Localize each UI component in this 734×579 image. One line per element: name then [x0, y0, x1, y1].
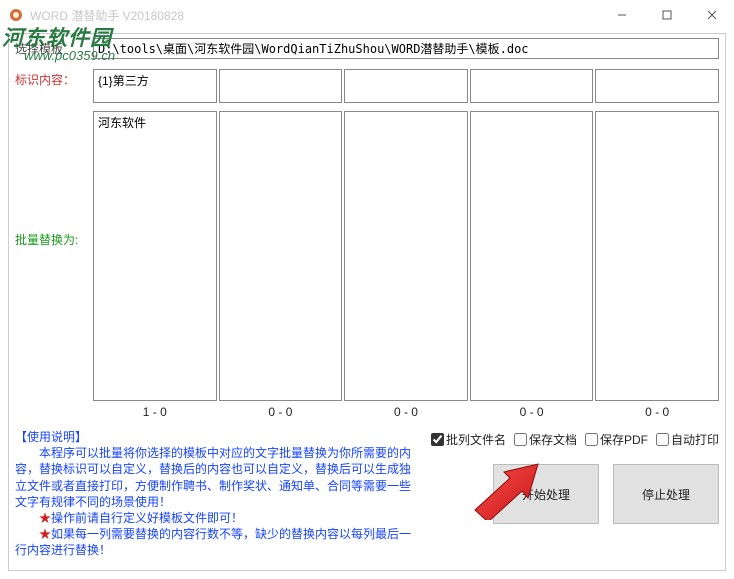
batch-replace-label: 批量替换为:	[15, 111, 93, 248]
instructions-text: 【使用说明】 本程序可以批量将你选择的模板中对应的文字批量替换为你所需要的内容，…	[15, 429, 423, 559]
identify-cell-2[interactable]	[219, 69, 343, 103]
auto-print-input[interactable]	[656, 433, 669, 446]
replace-stat-5: 0 - 0	[595, 401, 719, 423]
replace-column-5: 0 - 0	[595, 111, 719, 423]
identify-cell-3[interactable]	[344, 69, 468, 103]
replace-columns: 河东软件 1 - 0 0 - 0 0 - 0 0 - 0 0 - 0	[93, 111, 719, 423]
checkbox-row: 批列文件名 保存文档 保存PDF 自动打印	[431, 429, 719, 458]
identify-cell-5[interactable]	[595, 69, 719, 103]
client-area: 选择模板 标识内容： {1}第三方 批量替换为: 河东软件 1 - 0 0 - …	[8, 33, 726, 571]
replace-stat-2: 0 - 0	[219, 401, 343, 423]
replace-box-1[interactable]: 河东软件	[93, 111, 217, 401]
stop-button[interactable]: 停止处理	[613, 464, 719, 524]
replace-box-5[interactable]	[595, 111, 719, 401]
titlebar: WORD 潜替助手 V20180828	[0, 0, 734, 30]
identify-row: 标识内容： {1}第三方	[9, 61, 725, 107]
instructions-p2: 操作前请自行定义好模板文件即可！	[51, 511, 243, 525]
save-pdf-checkbox[interactable]: 保存PDF	[585, 431, 648, 448]
instructions-title: 【使用说明】	[15, 430, 87, 444]
replace-box-2[interactable]	[219, 111, 343, 401]
replace-row: 批量替换为: 河东软件 1 - 0 0 - 0 0 - 0 0 - 0 0 - …	[9, 107, 725, 427]
right-panel: 批列文件名 保存文档 保存PDF 自动打印 开始处理 停止处理	[431, 429, 719, 559]
close-button[interactable]	[689, 0, 734, 30]
auto-print-checkbox[interactable]: 自动打印	[656, 431, 719, 448]
replace-column-3: 0 - 0	[344, 111, 468, 423]
save-doc-input[interactable]	[514, 433, 527, 446]
app-icon	[8, 7, 24, 23]
maximize-button[interactable]	[644, 0, 689, 30]
identify-cell-1[interactable]: {1}第三方	[93, 69, 217, 103]
replace-stat-3: 0 - 0	[344, 401, 468, 423]
replace-stat-4: 0 - 0	[470, 401, 594, 423]
minimize-button[interactable]	[599, 0, 644, 30]
batch-filename-input[interactable]	[431, 433, 444, 446]
replace-box-3[interactable]	[344, 111, 468, 401]
replace-stat-1: 1 - 0	[93, 401, 217, 423]
identify-content-label: 标识内容：	[15, 69, 93, 88]
bottom-area: 【使用说明】 本程序可以批量将你选择的模板中对应的文字批量替换为你所需要的内容，…	[9, 427, 725, 563]
identify-cell-4[interactable]	[470, 69, 594, 103]
replace-box-4[interactable]	[470, 111, 594, 401]
star-icon: ★	[39, 511, 51, 525]
window-controls	[599, 0, 734, 30]
select-template-label: 选择模板	[15, 40, 93, 57]
replace-column-4: 0 - 0	[470, 111, 594, 423]
save-doc-checkbox[interactable]: 保存文档	[514, 431, 577, 448]
button-row: 开始处理 停止处理	[431, 464, 719, 524]
instructions-p1: 本程序可以批量将你选择的模板中对应的文字批量替换为你所需要的内容，替换标识可以自…	[15, 446, 411, 509]
template-row: 选择模板	[9, 34, 725, 61]
template-path-input[interactable]	[93, 38, 719, 59]
identify-cells: {1}第三方	[93, 69, 719, 103]
window-title: WORD 潜替助手 V20180828	[30, 7, 184, 24]
replace-column-1: 河东软件 1 - 0	[93, 111, 217, 423]
instructions-p3: 如果每一列需要替换的内容行数不等，缺少的替换内容以每列最后一行内容进行替换！	[15, 527, 411, 557]
replace-column-2: 0 - 0	[219, 111, 343, 423]
batch-filename-checkbox[interactable]: 批列文件名	[431, 431, 506, 448]
start-button[interactable]: 开始处理	[493, 464, 599, 524]
save-pdf-input[interactable]	[585, 433, 598, 446]
star-icon: ★	[39, 527, 51, 541]
